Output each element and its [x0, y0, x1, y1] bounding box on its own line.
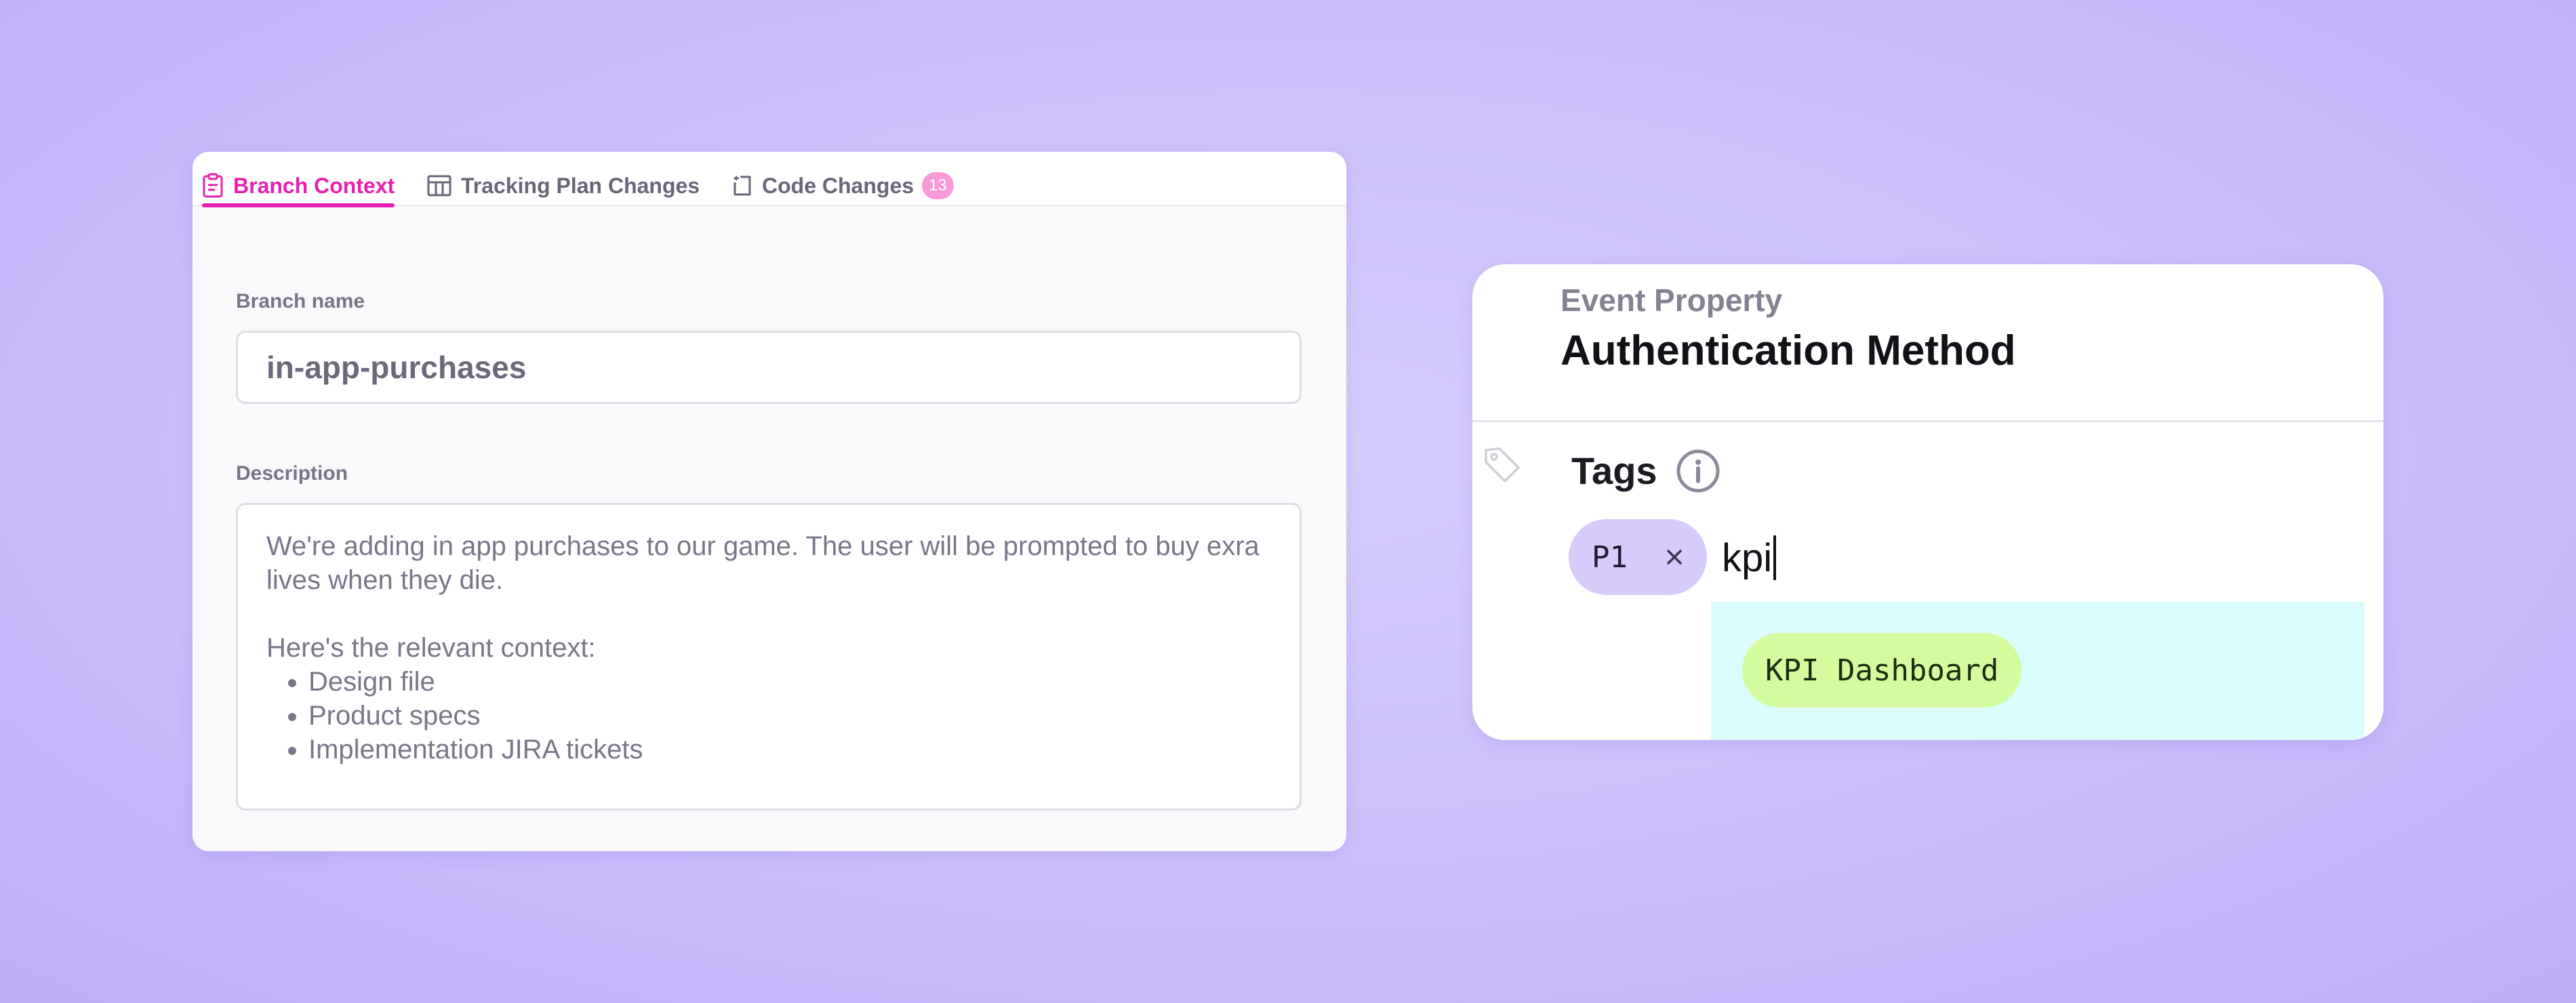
list-item: Design file: [308, 665, 1271, 699]
code-branch-icon: [733, 176, 751, 196]
list-item: Implementation JIRA tickets: [308, 733, 1271, 766]
tag-chip-label: P1: [1592, 539, 1628, 575]
tab-bar: Branch Context Tracking Plan Changes Cod…: [193, 152, 1346, 207]
branch-name-label: Branch name: [236, 290, 365, 312]
property-title: Authentication Method: [1561, 327, 2016, 374]
description-label: Description: [236, 462, 348, 485]
event-property-card: Event Property Authentication Method Tag…: [1472, 264, 2383, 740]
close-icon[interactable]: [1662, 545, 1687, 569]
table-icon: [427, 175, 451, 197]
info-icon[interactable]: [1676, 449, 1720, 493]
tag-chip-p1: P1: [1569, 519, 1707, 595]
tags-label: Tags: [1571, 449, 1657, 492]
divider: [1472, 420, 2383, 422]
code-changes-count-badge: 13: [922, 172, 954, 199]
tab-label: Tracking Plan Changes: [461, 173, 700, 198]
clipboard-icon: [203, 173, 223, 198]
tab-tracking-plan-changes[interactable]: Tracking Plan Changes: [427, 167, 700, 205]
suggestion-kpi-dashboard[interactable]: KPI Dashboard: [1742, 633, 2022, 708]
branch-context-card: Branch Context Tracking Plan Changes Cod…: [193, 152, 1346, 851]
description-textarea[interactable]: We're adding in app purchases to our gam…: [236, 503, 1302, 811]
text-caret: [1773, 535, 1777, 580]
description-paragraph: Here's the relevant context:: [266, 633, 596, 663]
tab-branch-context[interactable]: Branch Context: [202, 167, 395, 207]
tab-label: Code Changes: [762, 173, 914, 198]
tag-icon: [1485, 447, 1520, 483]
branch-name-input[interactable]: in-app-purchases: [236, 331, 1302, 404]
tab-label: Branch Context: [233, 173, 395, 198]
branch-name-value: in-app-purchases: [266, 350, 527, 385]
list-item: Product specs: [308, 699, 1271, 733]
description-paragraph: We're adding in app purchases to our gam…: [266, 531, 1260, 595]
tab-code-changes[interactable]: Code Changes 13: [731, 167, 954, 205]
tag-search-input[interactable]: kpi: [1722, 527, 1777, 588]
tag-input-value: kpi: [1722, 535, 1773, 580]
tag-suggestions-dropdown: KPI Dashboard: [1711, 602, 2364, 740]
description-bullet-list: Design file Product specs Implementation…: [308, 665, 1271, 766]
property-type-label: Event Property: [1561, 283, 1783, 318]
